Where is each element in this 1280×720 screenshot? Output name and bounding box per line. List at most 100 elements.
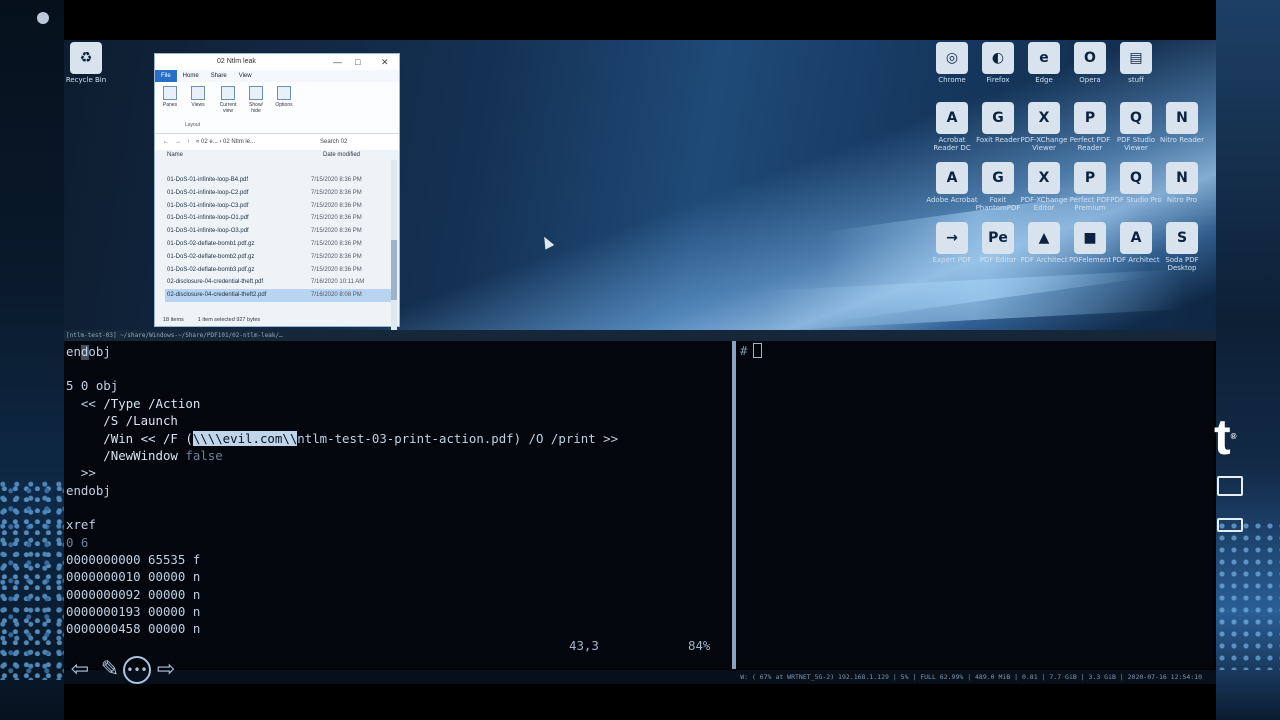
desktop-icon-foxit-phantompdf[interactable]: G Foxit PhantomPDF (972, 162, 1024, 212)
tab-share[interactable]: Share (205, 70, 233, 82)
file-row[interactable]: 01-DoS-01-infinite-loop-O1.pdf 7/15/2020 … (165, 212, 391, 225)
more-options-icon[interactable]: ••• (123, 656, 151, 684)
address-path[interactable]: « 02 e... › 02 Ntlm le... (196, 139, 314, 145)
desktop-icon-recycle-bin[interactable]: ♻ Recycle Bin (60, 42, 112, 84)
scroll-thumb[interactable] (391, 240, 397, 300)
desktop-icon-pdf-architect-2[interactable]: A PDF Architect (1110, 222, 1162, 264)
file-row[interactable]: 01-DoS-01-infinite-loop-O3.pdf 7/15/2020 … (165, 225, 391, 238)
acrobat-reader-icon: A (936, 102, 968, 134)
item-count: 18 items (163, 317, 184, 323)
code-line: 0000000458 00000 n (66, 621, 201, 636)
desktop-icon-soda-pdf[interactable]: S Soda PDF Desktop (1156, 222, 1208, 272)
search-box[interactable]: Search 02 (320, 139, 347, 145)
pdf-xchange-viewer-icon: X (1028, 102, 1060, 134)
desktop-icon-edge[interactable]: e Edge (1018, 42, 1070, 84)
window-minimized-icon[interactable] (1217, 518, 1243, 532)
pen-icon[interactable]: ✎ (96, 656, 124, 684)
top-strip (64, 0, 1216, 40)
desktop-icon-pdf-studio-pro[interactable]: Q PDF Studio Pro (1110, 162, 1162, 204)
desktop-icon-nitro-pro[interactable]: N Nitro Pro (1156, 162, 1208, 204)
file-explorer-window[interactable]: 02 Ntlm leak — □ ✕ File Home Share View … (154, 53, 400, 350)
file-row[interactable]: 01-DoS-02-deflate-bomb1.pdf.gz 7/15/2020 … (165, 238, 391, 251)
up-arrow-icon[interactable]: ↑ (187, 139, 190, 145)
desktop-icon-perfect-pdf-premium[interactable]: P Perfect PDF Premium (1064, 162, 1116, 212)
forward-arrow-icon[interactable]: → (175, 139, 181, 145)
explorer-address-bar[interactable]: ← → ↑ « 02 e... › 02 Ntlm le... Search 0… (155, 134, 399, 150)
desktop-icon-opera[interactable]: O Opera (1064, 42, 1116, 84)
shell-prompt[interactable]: # (740, 343, 763, 358)
show-hide-icon (249, 86, 263, 100)
show-hide-button[interactable]: Show/ hide (245, 86, 267, 114)
file-row[interactable]: 01-DoS-01-infinite-loop-B4.pdf 7/15/2020 … (165, 174, 391, 187)
close-button[interactable]: ✕ (381, 54, 389, 70)
code-line: 0000000092 00000 n (66, 587, 201, 602)
perfect-pdf-reader-icon: P (1074, 102, 1106, 134)
file-row[interactable]: 01-DoS-01-infinite-loop-C3.pdf 7/15/2020 … (165, 200, 391, 213)
file-date: 7/15/2020 8:36 PM (311, 266, 362, 273)
back-arrow-icon[interactable]: ⇦ (66, 656, 94, 684)
file-name: 01-DoS-02-deflate-bomb2.pdf.gz (167, 253, 255, 260)
desktop-icon-nitro-reader[interactable]: N Nitro Reader (1156, 102, 1208, 144)
tab-view[interactable]: View (233, 70, 258, 82)
block-cursor (753, 343, 763, 358)
column-name[interactable]: Name (167, 150, 323, 160)
file-date: 7/15/2020 8:36 PM (311, 253, 362, 260)
views-button[interactable]: Views (187, 86, 209, 108)
forward-arrow-icon[interactable]: ⇨ (152, 656, 180, 684)
desktop-icon-pdf-xchange-viewer[interactable]: X PDF-XChange Viewer (1018, 102, 1070, 152)
explorer-ribbon-tabs: File Home Share View (155, 70, 399, 82)
back-arrow-icon[interactable]: ← (163, 139, 169, 145)
panes-button[interactable]: Panes (159, 86, 181, 108)
shell-pane[interactable] (736, 341, 1214, 669)
file-row[interactable]: 02-disclosure-04-credential-theft2.pdf 7/… (165, 289, 391, 302)
pdf-studio-pro-icon: Q (1120, 162, 1152, 194)
desktop-icon-stuff[interactable]: ▤ stuff (1110, 42, 1162, 84)
left-decorative-band (0, 0, 64, 720)
firefox-icon: ◐ (982, 42, 1014, 74)
edge-icon: e (1028, 42, 1060, 74)
tab-file[interactable]: File (155, 70, 177, 82)
column-date[interactable]: Date modified (323, 150, 360, 160)
file-row[interactable]: 02-disclosure-04-credential-theft.pdf 7/1… (165, 276, 391, 289)
adobe-acrobat-icon: A (936, 162, 968, 194)
minimize-button[interactable]: — (333, 54, 342, 70)
pdf-architect-icon: ▲ (1028, 222, 1060, 254)
file-row[interactable]: 01-DoS-01-infinite-loop-C2.pdf 7/15/2020 … (165, 187, 391, 200)
panes-icon (163, 86, 177, 100)
desktop-icon-acrobat-reader[interactable]: A Acrobat Reader DC (926, 102, 978, 152)
desktop-icon-pdfelement[interactable]: ■ PDFelement (1064, 222, 1116, 264)
file-list: 01-DoS-01-infinite-loop-B4.pdf 7/15/2020 … (165, 174, 391, 302)
current-view-button[interactable]: Current view (217, 86, 239, 114)
desktop-icon-expert-pdf[interactable]: → Expert PDF (926, 222, 978, 264)
file-name: 01-DoS-01-infinite-loop-C2.pdf (167, 189, 249, 196)
file-name: 01-DoS-01-infinite-loop-O3.pdf (167, 228, 249, 235)
desktop-icon-pdf-xchange-editor[interactable]: X PDF-XChange Editor (1018, 162, 1070, 212)
system-statusbar: W: ( 67% at WRTNET_5G-2) 192.168.1.129 |… (64, 670, 1216, 684)
desktop-icon-firefox[interactable]: ◐ Firefox (972, 42, 1024, 84)
file-row[interactable]: 01-DoS-02-deflate-bomb3.pdf.gz 7/15/2020 … (165, 264, 391, 277)
desktop-icon-pdf-editor[interactable]: Pe PDF Editor (972, 222, 1024, 264)
window-square-icon[interactable] (1217, 476, 1243, 496)
explorer-titlebar[interactable]: 02 Ntlm leak — □ ✕ (155, 54, 399, 70)
desktop-icon-pdf-architect[interactable]: ▲ PDF Architect (1018, 222, 1070, 264)
selected-text: \\\\evil.com (192, 431, 283, 446)
code-line: endobj (66, 483, 111, 498)
perfect-pdf-premium-icon: P (1074, 162, 1106, 194)
desktop-icon-chrome[interactable]: ◎ Chrome (926, 42, 978, 84)
desktop-icon-pdf-studio-viewer[interactable]: Q PDF Studio Viewer (1110, 102, 1162, 152)
explorer-title: 02 Ntlm leak (217, 58, 256, 65)
current-view-icon (221, 86, 235, 100)
bottom-strip (64, 684, 1216, 720)
desktop-icon-perfect-pdf-reader[interactable]: P Perfect PDF Reader (1064, 102, 1116, 152)
desktop-icon-adobe-acrobat[interactable]: A Adobe Acrobat (926, 162, 978, 204)
pdf-xchange-editor-icon: X (1028, 162, 1060, 194)
layout-group-label: Layout (185, 122, 201, 128)
desktop-icon-foxit-reader[interactable]: G Foxit Reader (972, 102, 1024, 144)
options-button[interactable]: Options (273, 86, 295, 108)
file-date: 7/15/2020 8:36 PM (311, 215, 362, 222)
code-line: << /Type /Action (66, 396, 201, 411)
code-line: xref (66, 517, 96, 532)
file-row[interactable]: 01-DoS-02-deflate-bomb2.pdf.gz 7/15/2020 … (165, 251, 391, 264)
tab-home[interactable]: Home (177, 70, 205, 82)
maximize-button[interactable]: □ (355, 54, 360, 70)
